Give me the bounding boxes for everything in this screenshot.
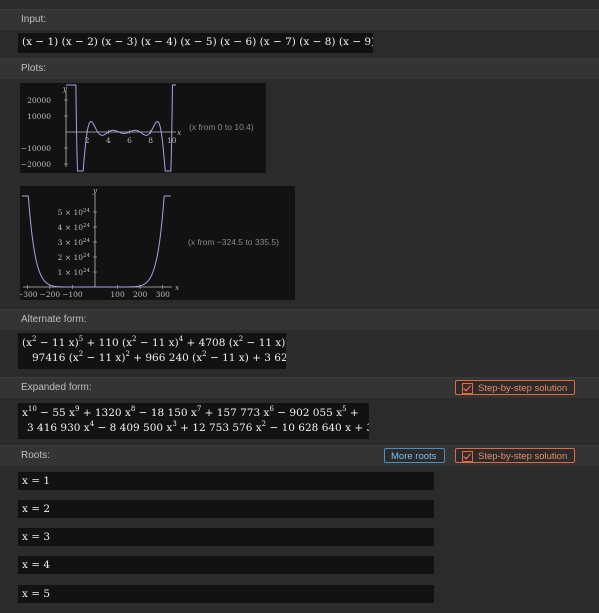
roots-step-by-step-button[interactable]: Step-by-step solution xyxy=(455,448,575,463)
exp-l1-part: + 1320 x xyxy=(79,407,131,419)
exp-l1-part: + xyxy=(346,407,359,419)
plot-2-curve xyxy=(21,195,171,288)
plot-2-x-tick: 300 xyxy=(156,290,171,299)
input-expression: (x − 1) (x − 2) (x − 3) (x − 4) (x − 5) … xyxy=(18,33,373,53)
exp-l1-part: − 18 150 x xyxy=(135,407,197,419)
wolfram-result-page: Input: (x − 1) (x − 2) (x − 3) (x − 4) (… xyxy=(0,0,599,613)
plot-1-range: (x from 0 to 10.4) xyxy=(189,122,254,132)
input-pod-title: Input: xyxy=(21,14,47,25)
plot-1-x-tick: 4 xyxy=(106,136,111,145)
alt-l1-part: − 11 x) xyxy=(243,337,286,349)
alt-l2-part: − 11 x) + 3 628 800 xyxy=(209,352,286,364)
plot-2-x-tick: 200 xyxy=(133,290,148,299)
exp-l2-part: − 8 409 500 x xyxy=(94,422,173,434)
plot-2-x-tick: −300 xyxy=(20,290,38,299)
roots-pod-title: Roots: xyxy=(21,450,50,461)
alternate-line-2: 97416 (x2 − 11 x)2 + 966 240 (x2 − 11 x)… xyxy=(22,351,286,366)
plot-1-y-tick: 10000 xyxy=(27,112,51,121)
alt-l1-part: (x xyxy=(22,337,33,349)
alt-l2-part: − 11 x) xyxy=(83,352,126,364)
plot-2-x-tick: −100 xyxy=(62,290,83,299)
exp-l2-part: − 10 628 640 x + 3 628 800 xyxy=(269,422,369,434)
alt-l2-part: + 966 240 (x xyxy=(129,352,203,364)
exp-l1-part: − 902 055 x xyxy=(273,407,343,419)
alt-l1-part: − 11 x) xyxy=(136,337,179,349)
alt-l1-part: + 110 (x xyxy=(83,337,133,349)
plot-1: y x 2 4 6 8 10 20000 10000 −10000 −20000 (x fro… xyxy=(20,83,266,173)
plot-1-svg: y x 2 4 6 8 10 2000010000−10000−20000 (x fro… xyxy=(21,84,254,172)
alternate-form-expression: (x2 − 11 x)5 + 110 (x2 − 11 x)4 + 4708 (… xyxy=(18,333,286,369)
checkbox-icon xyxy=(462,383,473,394)
alt-l2-part: 97416 (x xyxy=(32,352,79,364)
expanded-pod-title: Expanded form: xyxy=(21,382,92,393)
root-row-5: x = 5 xyxy=(18,585,434,603)
plot-2-y-tick: 5 × 1024 xyxy=(58,208,91,217)
expanded-step-by-step-label: Step-by-step solution xyxy=(478,383,568,394)
plot-2-y-tick-labels: 5 × 1024 4 × 1024 3 × 1024 2 × 1024 1 × 1024 xyxy=(58,208,97,277)
expanded-form-expression: x10 − 55 x9 + 1320 x8 − 18 150 x7 + 157 … xyxy=(18,403,369,439)
checkbox-icon xyxy=(462,451,473,462)
alternate-pod-header: Alternate form: xyxy=(0,309,599,330)
root-row-2: x = 2 xyxy=(18,500,434,518)
exp-l1-part: + 157 773 x xyxy=(201,407,270,419)
plot-2-y-tick: 1 × 1024 xyxy=(58,268,91,277)
alternate-pod-title: Alternate form: xyxy=(21,314,87,325)
plot-2-x-label: x xyxy=(175,283,180,292)
plot-1-x-label: x xyxy=(177,128,182,137)
root-row-3: x = 3 xyxy=(18,528,434,546)
alt-l1-exp: 3 xyxy=(285,335,286,343)
exp-l2-part: + 12 753 576 x xyxy=(176,422,262,434)
plot-2-y-tick: 3 × 1024 xyxy=(58,238,91,247)
more-roots-button[interactable]: More roots xyxy=(384,448,445,463)
plot-2-x-tick: 100 xyxy=(110,290,125,299)
roots-step-by-step-label: Step-by-step solution xyxy=(478,451,568,462)
exp-l1-exp: 10 xyxy=(27,405,37,413)
plot-2-y-tick: 4 × 1024 xyxy=(58,223,91,232)
plot-1-y-tick: −20000 xyxy=(21,160,51,169)
plot-2-svg: y x −300 −200 −100 100 200 300 5 × 1024 4 × 10… xyxy=(20,186,279,299)
plot-1-y-tick: −10000 xyxy=(21,144,51,153)
plot-2-x-tick: −200 xyxy=(40,290,61,299)
plot-2-y-label: y xyxy=(92,186,98,195)
plot-2: y x −300 −200 −100 100 200 300 5 × 1024 4 × 10… xyxy=(20,186,295,300)
plot-1-y-tick: 20000 xyxy=(27,96,51,105)
expanded-line-1: x10 − 55 x9 + 1320 x8 − 18 150 x7 + 157 … xyxy=(22,406,365,421)
alt-l1-part: − 11 x) xyxy=(36,337,79,349)
more-roots-label: More roots xyxy=(391,451,437,462)
alt-l1-part: + 4708 (x xyxy=(183,337,239,349)
exp-l2-part: 3 416 930 x xyxy=(27,422,90,434)
root-row-4: x = 4 xyxy=(18,556,434,574)
input-pod-header: Input: xyxy=(0,9,599,30)
plot-1-curve xyxy=(66,84,176,172)
root-row-1: x = 1 xyxy=(18,472,434,490)
alternate-line-1: (x2 − 11 x)5 + 110 (x2 − 11 x)4 + 4708 (… xyxy=(22,336,286,351)
plots-pod-title: Plots: xyxy=(21,63,47,74)
plot-1-y-tick-labels: 20000 10000 −10000 −20000 xyxy=(21,96,68,169)
plot-2-y-tick: 2 × 1024 xyxy=(58,253,91,262)
plot-1-x-tick: 8 xyxy=(148,136,153,145)
plots-pod-header: Plots: xyxy=(0,58,599,79)
plot-1-x-tick: 6 xyxy=(127,136,132,145)
expanded-line-2: 3 416 930 x4 − 8 409 500 x3 + 12 753 576… xyxy=(22,421,369,436)
plot-2-range: (x from −324.5 to 335.5) xyxy=(188,237,279,247)
expanded-step-by-step-button[interactable]: Step-by-step solution xyxy=(455,380,575,395)
exp-l1-part: − 55 x xyxy=(36,407,75,419)
